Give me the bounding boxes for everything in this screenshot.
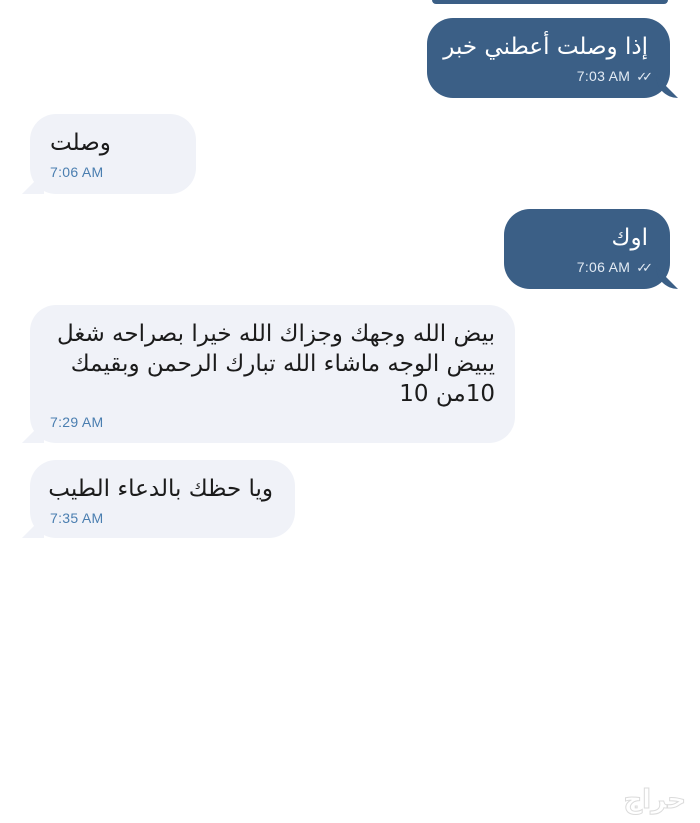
- message-time: 7:06 AM: [50, 164, 104, 180]
- message-text: إذا وصلت أعطني خبر: [443, 34, 648, 60]
- bubble-tail: [22, 172, 44, 194]
- message-time: 7:29 AM: [50, 414, 104, 430]
- previous-message-edge: [432, 0, 668, 4]
- message-bubble-outgoing[interactable]: إذا وصلت أعطني خبر 7:03 AM ✓✓: [427, 18, 678, 98]
- message-bubble-incoming[interactable]: ويا حظك بالدعاء الطيب 7:35 AM: [22, 460, 295, 538]
- message-time: 7:35 AM: [50, 510, 104, 526]
- watermark-logo: حراج: [623, 785, 687, 816]
- message-text: اوك: [611, 225, 648, 251]
- read-receipt-icon: ✓✓: [636, 69, 653, 84]
- bubble-tail: [656, 267, 678, 289]
- message-timestamp: 7:03 AM ✓✓: [576, 68, 653, 85]
- read-receipt-icon: ✓✓: [636, 260, 653, 275]
- message-text: وصلت: [50, 130, 111, 156]
- message-time: 7:03 AM: [576, 68, 631, 84]
- bubble-tail: [656, 76, 678, 98]
- message-text-line: 10من 10: [399, 381, 495, 407]
- message-text-line: يبيض الوجه ماشاء الله تبارك الرحمن وبقيم…: [70, 351, 495, 377]
- bubble-tail: [22, 516, 44, 538]
- message-bubble-outgoing[interactable]: اوك 7:06 AM ✓✓: [504, 209, 678, 289]
- message-bubble-incoming[interactable]: وصلت 7:06 AM: [22, 114, 196, 194]
- bubble-tail: [22, 421, 44, 443]
- message-text-line: بيض الله وجهك وجزاك الله خيرا بصراحه شغل: [56, 321, 495, 347]
- chat-thread: إذا وصلت أعطني خبر 7:03 AM ✓✓ وصلت 7:06 A…: [0, 0, 700, 823]
- message-text: ويا حظك بالدعاء الطيب: [48, 476, 273, 502]
- message-bubble-incoming[interactable]: بيض الله وجهك وجزاك الله خيرا بصراحه شغل…: [22, 305, 515, 443]
- message-time: 7:06 AM: [576, 259, 631, 275]
- message-timestamp: 7:06 AM ✓✓: [576, 259, 653, 276]
